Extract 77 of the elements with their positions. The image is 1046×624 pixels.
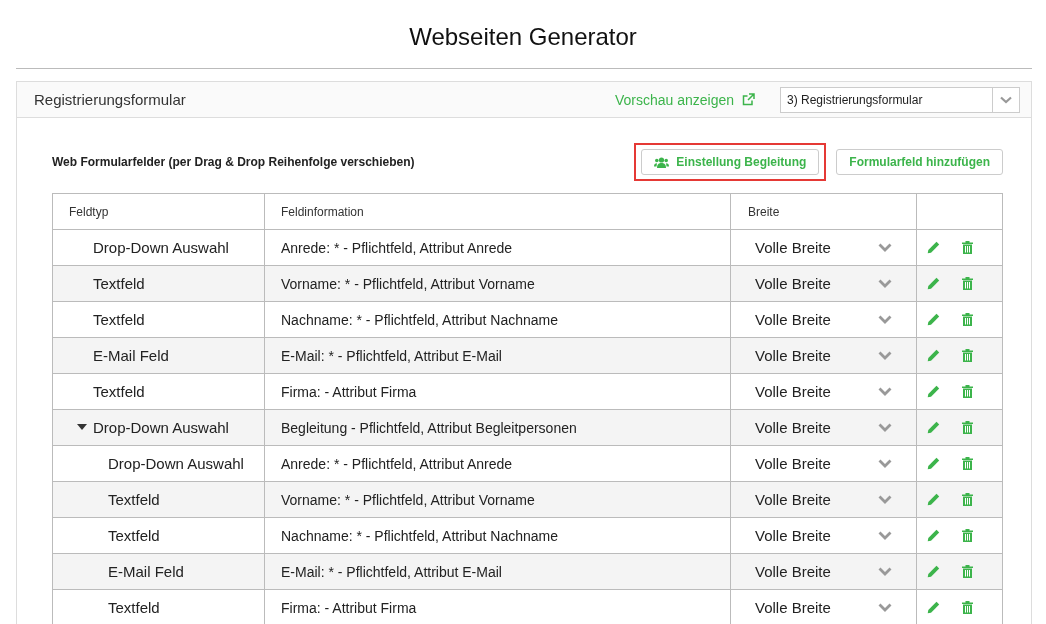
chevron-down-icon — [878, 495, 892, 504]
chevron-down-icon — [878, 387, 892, 396]
pencil-icon[interactable] — [927, 385, 940, 398]
pencil-icon[interactable] — [927, 277, 940, 290]
width-select[interactable]: Volle Breite — [748, 347, 892, 364]
trash-icon[interactable] — [962, 601, 973, 614]
section-heading: Web Formularfelder (per Drag & Drop Reihenfolge verschieben) — [52, 155, 415, 169]
chevron-down-icon — [878, 531, 892, 540]
field-info: Anrede: * - Pflichtfeld, Attribut Anrede — [281, 239, 513, 256]
pencil-icon[interactable] — [927, 565, 940, 578]
chevron-down-icon — [878, 279, 892, 288]
trash-icon[interactable] — [962, 529, 973, 542]
chevron-down-icon — [878, 351, 892, 360]
chevron-down-icon — [878, 315, 892, 324]
trash-icon[interactable] — [962, 349, 973, 362]
width-select[interactable]: Volle Breite — [748, 491, 892, 508]
pencil-icon[interactable] — [927, 457, 940, 470]
field-info: Firma: - Attribut Firma — [281, 599, 417, 616]
width-select[interactable]: Volle Breite — [748, 563, 892, 580]
field-type: E-Mail Feld — [93, 347, 169, 364]
pencil-icon[interactable] — [927, 421, 940, 434]
field-info: Nachname: * - Pflichtfeld, Attribut Nachname — [281, 527, 559, 544]
column-header: Feldtyp — [69, 204, 109, 219]
field-type: Textfeld — [108, 599, 160, 616]
trash-icon[interactable] — [962, 565, 973, 578]
field-info: E-Mail: * - Pflichtfeld, Attribut E-Mail — [281, 563, 502, 580]
field-type: Textfeld — [93, 275, 145, 292]
field-type: Drop-Down Auswahl — [108, 455, 244, 472]
chevron-down-icon — [878, 243, 892, 252]
width-select[interactable]: Volle Breite — [748, 419, 892, 436]
trash-icon[interactable] — [962, 457, 973, 470]
trash-icon[interactable] — [962, 421, 973, 434]
pencil-icon[interactable] — [927, 601, 940, 614]
trash-icon[interactable] — [962, 493, 973, 506]
width-select[interactable]: Volle Breite — [748, 239, 892, 256]
chevron-down-icon — [878, 459, 892, 468]
page-title: Webseiten Generator — [408, 22, 638, 52]
field-info: Begleitung - Pflichtfeld, Attribut Begleitpersonen — [281, 419, 577, 436]
pencil-icon[interactable] — [927, 493, 940, 506]
width-select[interactable]: Volle Breite — [748, 383, 892, 400]
chevron-down-icon — [878, 603, 892, 612]
field-type: Textfeld — [108, 491, 160, 508]
pencil-icon[interactable] — [927, 241, 940, 254]
field-type: Textfeld — [108, 527, 160, 544]
chevron-down-icon — [878, 567, 892, 576]
trash-icon[interactable] — [962, 241, 973, 254]
width-select[interactable]: Volle Breite — [748, 599, 892, 616]
pencil-icon[interactable] — [927, 529, 940, 542]
field-info: Nachname: * - Pflichtfeld, Attribut Nachname — [281, 311, 559, 328]
pencil-icon[interactable] — [927, 349, 940, 362]
field-info: Vorname: * - Pflichtfeld, Attribut Vorname — [281, 275, 535, 292]
chevron-down-icon — [1000, 95, 1012, 104]
field-info: Firma: - Attribut Firma — [281, 383, 417, 400]
caret-down-icon[interactable] — [77, 424, 87, 431]
field-info: Anrede: * - Pflichtfeld, Attribut Anrede — [281, 455, 513, 472]
chevron-down-icon — [878, 423, 892, 432]
trash-icon[interactable] — [962, 385, 973, 398]
pencil-icon[interactable] — [927, 313, 940, 326]
width-select[interactable]: Volle Breite — [748, 455, 892, 472]
field-info: Vorname: * - Pflichtfeld, Attribut Vorname — [281, 491, 535, 508]
width-select[interactable]: Volle Breite — [748, 275, 892, 292]
field-type: Drop-Down Auswahl — [93, 239, 229, 256]
field-type: Textfeld — [93, 311, 145, 328]
field-type: Drop-Down Auswahl — [93, 419, 229, 436]
trash-icon[interactable] — [962, 313, 973, 326]
field-info: E-Mail: * - Pflichtfeld, Attribut E-Mail — [281, 347, 502, 364]
external-link-icon — [742, 93, 755, 106]
trash-icon[interactable] — [962, 277, 973, 290]
people-icon — [654, 156, 670, 168]
column-header: Feldinformation — [281, 204, 364, 219]
form-select[interactable]: 3) Registrierungsformular — [780, 86, 1020, 113]
field-type: Textfeld — [93, 383, 145, 400]
column-header: Breite — [748, 204, 780, 219]
field-type: E-Mail Feld — [108, 563, 184, 580]
panel-title: Registrierungsformular — [34, 91, 187, 108]
width-select[interactable]: Volle Breite — [748, 527, 892, 544]
width-select[interactable]: Volle Breite — [748, 311, 892, 328]
